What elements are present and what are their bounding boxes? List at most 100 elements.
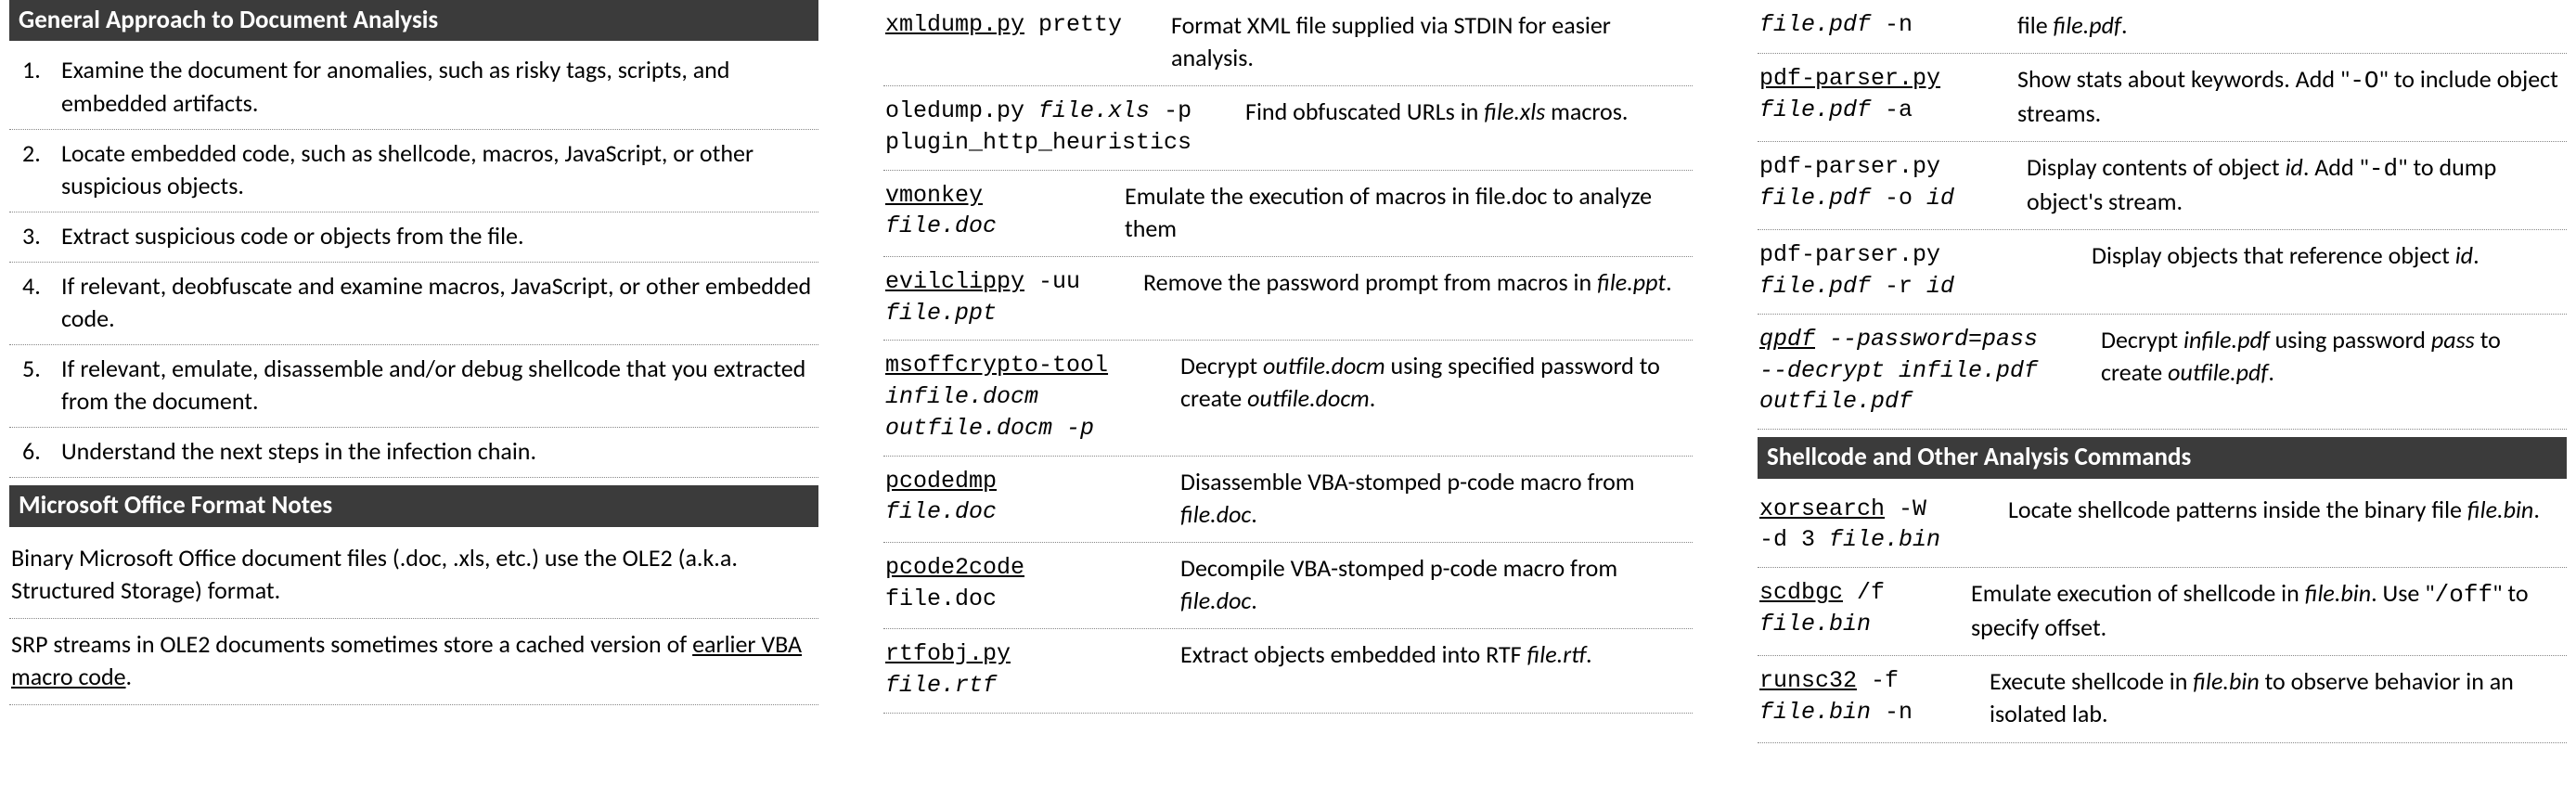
text-segment: Show stats about keywords. Add " [2017,64,2350,94]
command-cell: pdf-parser.py file.pdf -a [1759,63,1991,126]
text-segment: file.pdf [2054,10,2121,40]
text-segment: file.pdf [1759,185,1871,212]
text-segment: . [2473,240,2479,270]
description-cell: file file.pdf. [2017,9,2565,42]
step-item: Locate embedded code, such as shellcode,… [9,130,818,212]
text-segment: -f [1857,667,1899,694]
text-segment: -d [2369,155,2398,183]
text-segment: -o [1871,185,1926,212]
text-segment: . [2533,495,2540,524]
command-link[interactable]: msoffcrypto-tool [885,352,1108,379]
description-cell: Decompile VBA-stomped p-code macro from … [1180,552,1691,617]
text-segment: file.doc [1180,499,1251,529]
command-table-pdf: file.pdf -n file file.pdf. pdf-parser.py f… [1758,0,2567,430]
text-segment: Emulate execution of shellcode in [1971,578,2305,608]
text-segment: file.doc [885,586,997,612]
column-right: file.pdf -n file file.pdf. pdf-parser.py f… [1758,0,2567,743]
description-cell: Execute shellcode in file.bin to observe… [1990,665,2565,730]
text-segment: id [1926,273,1954,300]
text-segment: Display contents of object [2027,152,2285,182]
command-link[interactable]: qpdf [1759,326,1815,353]
command-row: xorsearch -W -d 3 file.bin Locate shellco… [1758,484,2567,569]
command-cell: xorsearch -W -d 3 file.bin [1759,494,1982,557]
command-link[interactable]: xmldump.py [885,11,1024,38]
text-segment: file.bin [1829,526,1940,553]
text-segment: . Add " [2303,152,2369,182]
text-segment: id [2285,152,2302,182]
command-link[interactable]: pcodedmp [885,468,997,495]
command-link[interactable]: pcode2code [885,554,1024,581]
text-segment: pass [2431,325,2475,354]
command-link[interactable]: scdbgc [1759,579,1843,606]
text-segment: id [2455,240,2473,270]
command-cell: file.pdf -n [1759,9,1991,41]
step-item: If relevant, emulate, disassemble and/or… [9,345,818,428]
text-segment: Format XML file supplied via STDIN for e… [1171,10,1611,72]
command-row: file.pdf -n file file.pdf. [1758,0,2567,54]
command-cell: pdf-parser.py file.pdf -r id [1759,239,2066,302]
command-link[interactable]: evilclippy [885,268,1024,295]
command-row: xmldump.py pretty Format XML file supplie… [883,0,1693,86]
text-segment: . [2121,10,2128,40]
text-segment: file.doc [1180,586,1251,615]
text-segment: infile.docm outfile.docm -p [885,383,1094,442]
command-cell: scdbgc /f file.bin [1759,577,1945,640]
text-segment: pdf-parser.py [1759,241,1940,268]
text-segment: . [1370,383,1376,413]
command-row: msoffcrypto-tool infile.docm outfile.doc… [883,341,1693,456]
command-cell: runsc32 -f file.bin -n [1759,665,1964,728]
command-cell: xmldump.py pretty [885,9,1145,41]
description-cell: Show stats about keywords. Add "-O" to i… [2017,63,2565,130]
command-link[interactable]: pdf-parser.py [1759,65,1940,92]
office-note-para: SRP streams in OLE2 documents sometimes … [9,619,818,705]
text-segment: file.bin [2305,578,2371,608]
command-link[interactable]: xorsearch [1759,496,1885,522]
text-segment: Locate shellcode patterns inside the bin… [2008,495,2467,524]
text-segment: /f [1843,579,1885,606]
text-segment: file.rtf [885,672,997,699]
description-cell: Emulate the execution of macros in file.… [1125,180,1691,245]
command-link[interactable]: runsc32 [1759,667,1857,694]
text-segment: . [2268,357,2274,387]
step-item: If relevant, deobfuscate and examine mac… [9,263,818,345]
text-segment: file.pdf [1759,97,1871,123]
text-segment: file.xls [1038,97,1150,124]
step-item: Extract suspicious code or objects from … [9,212,818,263]
text-segment: Disassemble VBA-stomped p-code macro fro… [1180,467,1635,496]
text: SRP streams in OLE2 documents sometimes … [11,629,692,659]
text-segment: . [1251,499,1257,529]
command-cell: msoffcrypto-tool infile.docm outfile.doc… [885,350,1154,444]
text-segment: file.xls [1484,97,1545,126]
text-segment: /off [2435,581,2492,609]
command-cell: vmonkey file.doc [885,180,1099,243]
command-row: pcode2code file.docDecompile VBA-stomped… [883,543,1693,629]
command-row: qpdf --password=pass --decrypt infile.pd… [1758,315,2567,430]
command-cell: pcodedmp file.doc [885,466,1154,529]
command-link[interactable]: vmonkey [885,182,983,209]
text-segment: Emulate the execution of macros in file.… [1125,181,1652,243]
command-link[interactable]: rtfobj.py [885,640,1011,667]
text-segment: file.ppt [885,300,997,327]
description-cell: Locate shellcode patterns inside the bin… [2008,494,2565,526]
text-segment: pdf-parser.py [1759,153,1940,180]
text-segment: file.bin [2467,495,2533,524]
text-segment: using password [2270,325,2431,354]
text-segment: outfile.pdf [2168,357,2268,387]
text-segment: -n [1871,11,1913,38]
step-item: Understand the next steps in the infecti… [9,428,818,478]
text-segment: file.bin [1759,611,1871,637]
text-segment: Decrypt [2101,325,2183,354]
command-table-office: xmldump.py pretty Format XML file supplie… [883,0,1693,714]
text-segment: . Use " [2371,578,2435,608]
command-row: vmonkey file.doc Emulate the execution of… [883,171,1693,257]
text-segment: macros. [1545,97,1628,126]
command-row: evilclippy -uu file.pptRemove the passwo… [883,257,1693,341]
text-segment: -a [1871,97,1913,123]
description-cell: Decrypt infile.pdf using password pass t… [2101,324,2565,389]
description-cell: Format XML file supplied via STDIN for e… [1171,9,1691,74]
text-segment: outfile.docm [1247,383,1370,413]
text-segment: file.rtf [1526,639,1586,669]
text-segment: -n [1871,699,1913,726]
command-cell: qpdf --password=pass --decrypt infile.pd… [1759,324,2075,418]
text-segment: . [1586,639,1592,669]
